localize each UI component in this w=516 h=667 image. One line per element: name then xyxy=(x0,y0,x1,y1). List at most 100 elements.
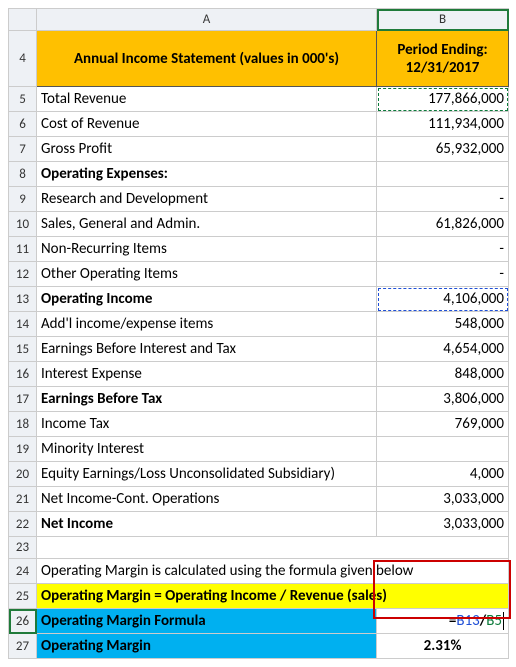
cell-A5[interactable]: Total Revenue xyxy=(37,87,377,112)
table-row: 17 Earnings Before Tax 3,806,000 xyxy=(9,387,509,412)
table-row: 21 Net Income-Cont. Operations 3,033,000 xyxy=(9,487,509,512)
row-header-17[interactable]: 17 xyxy=(9,387,37,412)
row-header-24[interactable]: 24 xyxy=(9,559,37,584)
table-row: 10 Sales, General and Admin. 61,826,000 xyxy=(9,212,509,237)
column-header-A[interactable]: A xyxy=(37,9,377,31)
row-header-8[interactable]: 8 xyxy=(9,162,37,187)
row-header-9[interactable]: 9 xyxy=(9,187,37,212)
cell-A9[interactable]: Research and Development xyxy=(37,187,377,212)
cell-A16[interactable]: Interest Expense xyxy=(37,362,377,387)
cell-A20[interactable]: Equity Earnings/Loss Unconsolidated Subs… xyxy=(37,462,377,487)
cell-A12[interactable]: Other Operating Items xyxy=(37,262,377,287)
spreadsheet[interactable]: A B 4 Annual Income Statement (values in… xyxy=(8,8,509,659)
cell-B17[interactable]: 3,806,000 xyxy=(377,387,509,412)
cell-B8[interactable] xyxy=(377,162,509,187)
row-header-5[interactable]: 5 xyxy=(9,87,37,112)
formula-equals: = xyxy=(449,612,456,630)
table-row: 8 Operating Expenses: xyxy=(9,162,509,187)
row-header-19[interactable]: 19 xyxy=(9,437,37,462)
cell-A21[interactable]: Net Income-Cont. Operations xyxy=(37,487,377,512)
row-header-15[interactable]: 15 xyxy=(9,337,37,362)
cell-B9[interactable]: - xyxy=(377,187,509,212)
cell-B18[interactable]: 769,000 xyxy=(377,412,509,437)
row-header-22[interactable]: 22 xyxy=(9,512,37,537)
cell-A6[interactable]: Cost of Revenue xyxy=(37,112,377,137)
table-row: 27 Operating Margin 2.31% xyxy=(9,634,509,659)
row-header-18[interactable]: 18 xyxy=(9,412,37,437)
cell-A10[interactable]: Sales, General and Admin. xyxy=(37,212,377,237)
row-header-10[interactable]: 10 xyxy=(9,212,37,237)
table-row: 9 Research and Development - xyxy=(9,187,509,212)
column-header-row: A B xyxy=(9,9,509,31)
table-row: 19 Minority Interest xyxy=(9,437,509,462)
row-header-12[interactable]: 12 xyxy=(9,262,37,287)
table-row: 26 Operating Margin Formula =B13/B5 xyxy=(9,609,509,634)
row-header-21[interactable]: 21 xyxy=(9,487,37,512)
table-row: 14 Add'l income/expense items 548,000 xyxy=(9,312,509,337)
table-row: 18 Income Tax 769,000 xyxy=(9,412,509,437)
row-header-20[interactable]: 20 xyxy=(9,462,37,487)
row-header-26[interactable]: 26 xyxy=(9,609,37,634)
cell-A27[interactable]: Operating Margin xyxy=(37,634,377,659)
table-row: 15 Earnings Before Interest and Tax 4,65… xyxy=(9,337,509,362)
cell-B4[interactable]: Period Ending: 12/31/2017 xyxy=(377,31,509,87)
cell-A18[interactable]: Income Tax xyxy=(37,412,377,437)
cell-B23[interactable] xyxy=(377,537,509,559)
cell-B19[interactable] xyxy=(377,437,509,462)
row-header-13[interactable]: 13 xyxy=(9,287,37,312)
cell-A26[interactable]: Operating Margin Formula xyxy=(37,609,377,634)
cell-B5[interactable]: 177,866,000 xyxy=(377,87,509,112)
cell-B12[interactable]: - xyxy=(377,262,509,287)
cell-B16[interactable]: 848,000 xyxy=(377,362,509,387)
row-header-14[interactable]: 14 xyxy=(9,312,37,337)
cell-A4[interactable]: Annual Income Statement (values in 000's… xyxy=(37,31,377,87)
cell-B7[interactable]: 65,932,000 xyxy=(377,137,509,162)
cell-A13[interactable]: Operating Income xyxy=(37,287,377,312)
row-header-4[interactable]: 4 xyxy=(9,31,37,87)
cell-B10[interactable]: 61,826,000 xyxy=(377,212,509,237)
cell-A17[interactable]: Earnings Before Tax xyxy=(37,387,377,412)
cell-A25[interactable]: Operating Margin = Operating Income / Re… xyxy=(37,584,509,609)
table-row: 24 Operating Margin is calculated using … xyxy=(9,559,509,584)
column-header-B[interactable]: B xyxy=(377,9,509,31)
cell-A24[interactable]: Operating Margin is calculated using the… xyxy=(37,559,509,584)
cell-B26[interactable]: =B13/B5 xyxy=(377,609,509,634)
table-row: 20 Equity Earnings/Loss Unconsolidated S… xyxy=(9,462,509,487)
cell-A15[interactable]: Earnings Before Interest and Tax xyxy=(37,337,377,362)
cell-B6[interactable]: 111,934,000 xyxy=(377,112,509,137)
cell-B22[interactable]: 3,033,000 xyxy=(377,512,509,537)
select-all-corner[interactable] xyxy=(9,9,37,31)
row-header-16[interactable]: 16 xyxy=(9,362,37,387)
cell-B13[interactable]: 4,106,000 xyxy=(377,287,509,312)
row-header-7[interactable]: 7 xyxy=(9,137,37,162)
cell-B21[interactable]: 3,033,000 xyxy=(377,487,509,512)
cell-B11[interactable]: - xyxy=(377,237,509,262)
cell-B20[interactable]: 4,000 xyxy=(377,462,509,487)
table-row: 11 Non-Recurring Items - xyxy=(9,237,509,262)
row-header-25[interactable]: 25 xyxy=(9,584,37,609)
row-header-6[interactable]: 6 xyxy=(9,112,37,137)
cell-B27[interactable]: 2.31% xyxy=(377,634,509,659)
row-header-23[interactable]: 23 xyxy=(9,537,37,559)
cell-A19[interactable]: Minority Interest xyxy=(37,437,377,462)
cell-A7[interactable]: Gross Profit xyxy=(37,137,377,162)
table-row: 5 Total Revenue 177,866,000 xyxy=(9,87,509,112)
row-header-27[interactable]: 27 xyxy=(9,634,37,659)
formula-ref-B13: B13 xyxy=(456,612,479,630)
table-row: 25 Operating Margin = Operating Income /… xyxy=(9,584,509,609)
cell-A22[interactable]: Net Income xyxy=(37,512,377,537)
table-row: 23 xyxy=(9,537,509,559)
formula-ref-B5: B5 xyxy=(486,612,502,630)
cell-A11[interactable]: Non-Recurring Items xyxy=(37,237,377,262)
cell-A8[interactable]: Operating Expenses: xyxy=(37,162,377,187)
table-header-row: 4 Annual Income Statement (values in 000… xyxy=(9,31,509,87)
cell-B15[interactable]: 4,654,000 xyxy=(377,337,509,362)
row-header-11[interactable]: 11 xyxy=(9,237,37,262)
cell-A23[interactable] xyxy=(37,537,377,559)
cell-B14[interactable]: 548,000 xyxy=(377,312,509,337)
table-row: 12 Other Operating Items - xyxy=(9,262,509,287)
cell-A14[interactable]: Add'l income/expense items xyxy=(37,312,377,337)
table-row: 7 Gross Profit 65,932,000 xyxy=(9,137,509,162)
table-row: 13 Operating Income 4,106,000 xyxy=(9,287,509,312)
table-row: 22 Net Income 3,033,000 xyxy=(9,512,509,537)
